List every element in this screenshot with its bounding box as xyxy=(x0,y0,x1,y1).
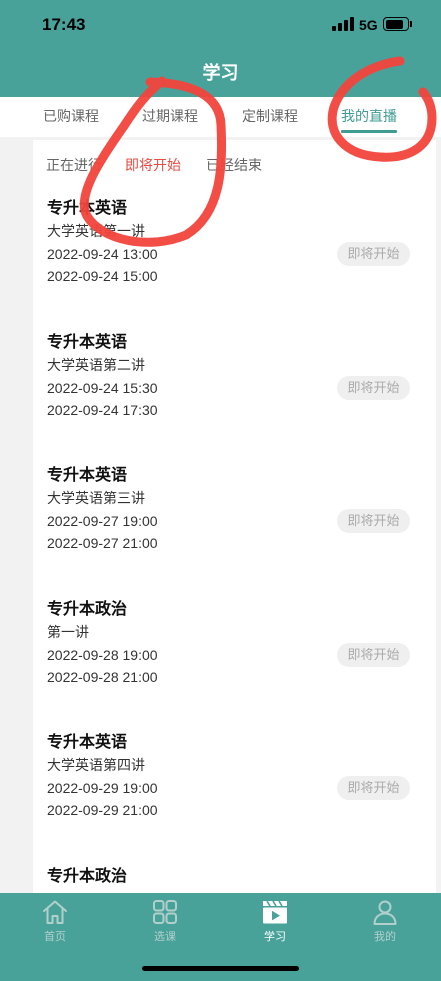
course-tabs: 已购课程 过期课程 定制课程 我的直播 xyxy=(0,97,441,137)
tab-underline xyxy=(341,130,397,133)
nav-study[interactable]: 学习 xyxy=(235,893,315,949)
lesson-title: 大学英语第二讲 xyxy=(47,356,145,373)
live-list-item[interactable]: 专升本英语 大学英语第三讲 2022-09-27 19:00 2022-09-2… xyxy=(33,465,436,595)
lesson-title: 大学英语第三讲 xyxy=(47,490,145,507)
lesson-title: 第一讲 xyxy=(47,623,89,640)
home-indicator xyxy=(142,966,299,971)
nav-label: 选课 xyxy=(154,931,176,943)
grid-icon xyxy=(153,900,177,924)
course-title: 专升本政治 xyxy=(47,868,128,885)
status-time: 17:43 xyxy=(42,15,86,34)
subtab-upcoming[interactable]: 即将开始 xyxy=(125,155,181,175)
course-title: 专升本英语 xyxy=(47,333,128,351)
bottom-nav: 首页 选课 学习 我的 xyxy=(0,893,441,981)
battery-level-fill xyxy=(385,19,404,29)
lesson-title: 大学英语第四讲 xyxy=(47,757,145,774)
nav-mine[interactable]: 我的 xyxy=(345,893,425,949)
network-label: 5G xyxy=(359,17,378,33)
end-time: 2022-09-24 17:30 xyxy=(47,401,158,418)
course-title: 专升本政治 xyxy=(47,600,128,618)
battery-icon xyxy=(383,17,409,31)
nav-label: 我的 xyxy=(374,931,396,943)
course-title: 专升本英语 xyxy=(47,467,128,485)
status-badge: 即将开始 xyxy=(337,642,410,667)
play-video-icon xyxy=(263,900,287,924)
tab-purchased[interactable]: 已购课程 xyxy=(26,97,116,137)
nav-home[interactable]: 首页 xyxy=(15,893,95,949)
course-title: 专升本英语 xyxy=(47,200,128,217)
tab-label: 我的直播 xyxy=(341,108,397,124)
tab-my-live[interactable]: 我的直播 xyxy=(324,97,414,137)
status-badge: 即将开始 xyxy=(337,776,410,801)
start-time: 2022-09-24 15:30 xyxy=(47,379,158,396)
nav-course-select[interactable]: 选课 xyxy=(125,893,205,949)
status-badge: 即将开始 xyxy=(337,242,410,266)
live-list-item[interactable]: 专升本英语 大学英语第四讲 2022-09-29 19:00 2022-09-2… xyxy=(33,732,436,862)
signal-icon xyxy=(332,17,354,31)
end-time: 2022-09-29 21:00 xyxy=(47,802,158,819)
nav-label: 首页 xyxy=(44,931,66,943)
course-title: 专升本英语 xyxy=(47,734,128,752)
start-time: 2022-09-28 19:00 xyxy=(47,646,158,663)
subtab-finished[interactable]: 已经结束 xyxy=(206,155,262,175)
home-icon xyxy=(43,900,67,924)
start-time: 2022-09-24 13:00 xyxy=(47,246,158,262)
subtab-ongoing[interactable]: 正在进行 xyxy=(46,155,102,175)
start-time: 2022-09-29 19:00 xyxy=(47,780,158,797)
tab-label: 定制课程 xyxy=(242,108,298,124)
tab-label: 过期课程 xyxy=(142,108,198,124)
page-title: 学习 xyxy=(202,63,239,83)
tab-expired[interactable]: 过期课程 xyxy=(125,97,215,137)
end-time: 2022-09-24 15:00 xyxy=(47,268,158,284)
battery-tip xyxy=(410,21,412,27)
live-list-item[interactable]: 专升本英语 大学英语第一讲 2022-09-24 13:00 2022-09-2… xyxy=(33,198,436,328)
tab-custom[interactable]: 定制课程 xyxy=(225,97,315,137)
live-list-item[interactable]: 专升本政治 第一讲 2022-09-28 19:00 2022-09-28 21… xyxy=(33,599,436,729)
status-badge: 即将开始 xyxy=(337,509,410,534)
nav-label: 学习 xyxy=(264,931,286,943)
live-list-panel: 正在进行 即将开始 已经结束 专升本英语 大学英语第一讲 2022-09-24 … xyxy=(33,140,436,981)
status-badge: 即将开始 xyxy=(337,375,410,400)
live-list-item[interactable]: 专升本英语 大学英语第二讲 2022-09-24 15:30 2022-09-2… xyxy=(33,332,436,462)
start-time: 2022-09-27 19:00 xyxy=(47,513,158,530)
end-time: 2022-09-28 21:00 xyxy=(47,668,158,685)
end-time: 2022-09-27 21:00 xyxy=(47,535,158,552)
person-icon xyxy=(373,900,397,925)
top-header: 17:43 5G 学习 xyxy=(0,0,441,97)
tab-label: 已购课程 xyxy=(43,108,99,124)
lesson-title: 大学英语第一讲 xyxy=(47,223,145,239)
